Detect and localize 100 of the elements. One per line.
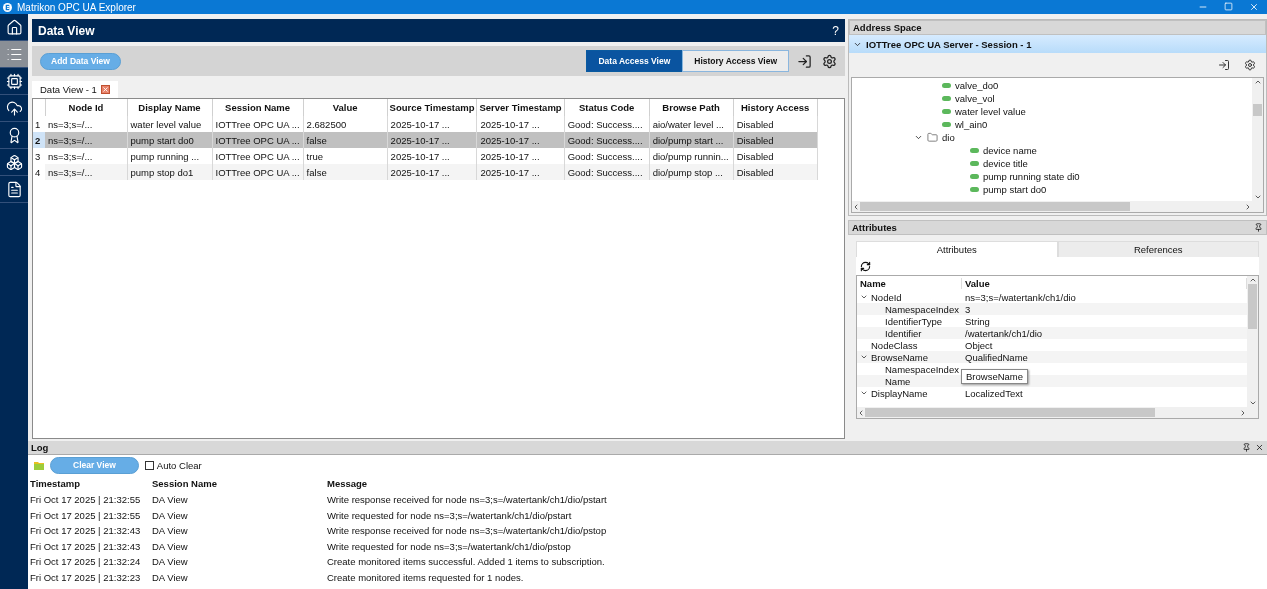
table-cell: Good: Success.... bbox=[564, 132, 650, 148]
row-number: 3 bbox=[33, 148, 45, 164]
column-header[interactable]: Name bbox=[857, 278, 962, 289]
log-session: DA View bbox=[151, 539, 189, 554]
table-cell: IOTTree OPC UA ... bbox=[212, 132, 304, 148]
tab[interactable]: References bbox=[1057, 241, 1259, 257]
chip-icon bbox=[5, 72, 23, 90]
table-cell: Disabled bbox=[733, 148, 818, 164]
scrollbar[interactable] bbox=[1247, 276, 1258, 407]
table-cell: pump running ... bbox=[127, 148, 212, 164]
tree-item[interactable]: dio bbox=[852, 131, 1252, 144]
expand-icon[interactable] bbox=[914, 133, 923, 142]
import-icon[interactable] bbox=[1218, 59, 1230, 71]
table-cell: Disabled bbox=[733, 116, 818, 132]
table-cell: IOTTree OPC UA ... bbox=[212, 116, 304, 132]
table-cell: ns=3;s=/... bbox=[45, 148, 127, 164]
attribute-value: String bbox=[964, 315, 991, 327]
table-cell: Good: Success.... bbox=[564, 116, 650, 132]
scroll-right-icon[interactable] bbox=[1244, 202, 1252, 211]
folder-icon bbox=[927, 132, 938, 143]
log-timestamp: Fri Oct 17 2025 | 21:32:55 bbox=[29, 508, 142, 523]
scrollbar[interactable] bbox=[857, 407, 1247, 418]
log-message: Write response received for node ns=3;s=/watertank/ch1/dio/pstop bbox=[326, 524, 608, 539]
settings-icon[interactable] bbox=[822, 53, 837, 69]
view-tab[interactable]: History Access View bbox=[682, 50, 789, 72]
table-cell: dio/pump stop ... bbox=[649, 164, 734, 180]
attribute-name: Name bbox=[885, 375, 911, 387]
scroll-left-icon[interactable] bbox=[857, 408, 865, 417]
column-header[interactable]: Timestamp bbox=[28, 475, 150, 492]
scrollbar[interactable] bbox=[852, 201, 1252, 212]
close-icon[interactable] bbox=[1249, 2, 1259, 12]
tree-item[interactable]: pump start do0 bbox=[852, 183, 1252, 196]
help-button[interactable]: ? bbox=[832, 23, 839, 38]
close-icon[interactable] bbox=[1255, 443, 1264, 452]
table-cell: 2025-10-17 ... bbox=[476, 116, 565, 132]
tree-item[interactable]: pump running state di0 bbox=[852, 170, 1252, 183]
refresh-icon[interactable] bbox=[860, 260, 871, 272]
column-header[interactable]: Session Name bbox=[150, 475, 325, 492]
log-message: Write response received for node ns=3;s=/watertank/ch1/dio/pstart bbox=[326, 493, 608, 508]
log-session: DA View bbox=[151, 508, 189, 523]
scroll-left-icon[interactable] bbox=[852, 202, 860, 211]
table-cell: 2025-10-17 ... bbox=[387, 132, 477, 148]
tree-item[interactable]: valve_do0 bbox=[852, 79, 1252, 92]
log-message: Write requested for node ns=3;s=/watertank/ch1/dio/pstop bbox=[326, 539, 572, 554]
scrollbar[interactable] bbox=[1252, 78, 1263, 201]
tree-item[interactable]: wl_ain0 bbox=[852, 118, 1252, 131]
log-session: DA View bbox=[151, 555, 189, 570]
cubes-icon bbox=[5, 153, 23, 171]
table-cell: 2025-10-17 ... bbox=[476, 148, 565, 164]
tab[interactable]: Attributes bbox=[856, 241, 1058, 257]
expand-icon[interactable] bbox=[860, 353, 868, 361]
scrollbar-thumb[interactable] bbox=[865, 408, 1155, 417]
table-cell: false bbox=[303, 164, 388, 180]
row-number: 2 bbox=[33, 132, 45, 148]
table-cell: true bbox=[303, 148, 388, 164]
import-icon[interactable] bbox=[797, 53, 812, 69]
table-cell: aio/water level ... bbox=[649, 116, 734, 132]
table-cell: Disabled bbox=[733, 132, 818, 148]
tree-item[interactable]: water level value bbox=[852, 105, 1252, 118]
tooltip: BrowseName bbox=[961, 369, 1029, 384]
scroll-up-icon[interactable] bbox=[1253, 78, 1262, 86]
window-title: Matrikon OPC UA Explorer bbox=[17, 1, 136, 13]
log-timestamp: Fri Oct 17 2025 | 21:32:24 bbox=[29, 555, 142, 570]
scroll-down-icon[interactable] bbox=[1248, 399, 1257, 407]
table-cell: IOTTree OPC UA ... bbox=[212, 164, 304, 180]
auto-clear-checkbox[interactable]: Auto Clear bbox=[144, 459, 202, 471]
scroll-up-icon[interactable] bbox=[1248, 276, 1257, 284]
table-cell: 2025-10-17 ... bbox=[476, 132, 565, 148]
session-node[interactable]: IOTTree OPC UA Server - Session - 1 bbox=[849, 35, 1266, 53]
table-cell: water level value bbox=[127, 116, 212, 132]
view-tab[interactable]: Data Access View bbox=[586, 50, 683, 72]
maximize-icon[interactable] bbox=[1224, 2, 1233, 11]
log-session: DA View bbox=[151, 493, 189, 508]
table-cell: 2025-10-17 ... bbox=[476, 164, 565, 180]
table-cell: ns=3;s=/... bbox=[45, 164, 127, 180]
settings-icon[interactable] bbox=[1244, 59, 1256, 71]
expand-icon[interactable] bbox=[860, 389, 868, 397]
scrollbar-thumb[interactable] bbox=[860, 202, 1130, 211]
document-tab[interactable]: Data View - 1 bbox=[32, 81, 118, 98]
attribute-name: IdentifierType bbox=[885, 315, 943, 327]
attribute-name: NamespaceIndex bbox=[885, 303, 959, 315]
tree-item[interactable]: device title bbox=[852, 157, 1252, 170]
table-cell: pump stop do1 bbox=[127, 164, 212, 180]
tree-item[interactable]: device name bbox=[852, 144, 1252, 157]
scroll-right-icon[interactable] bbox=[1239, 408, 1247, 417]
scrollbar-thumb[interactable] bbox=[1248, 284, 1257, 329]
scrollbar-thumb[interactable] bbox=[1253, 103, 1262, 116]
scroll-down-icon[interactable] bbox=[1253, 193, 1262, 201]
table-cell: Good: Success.... bbox=[564, 148, 650, 164]
pin-icon[interactable] bbox=[1254, 223, 1263, 232]
column-header[interactable]: Message bbox=[325, 475, 1267, 492]
log-session: DA View bbox=[151, 570, 189, 585]
tree-item[interactable]: valve_vol bbox=[852, 92, 1252, 105]
panel-title: Log bbox=[31, 442, 49, 453]
sidebar-item[interactable] bbox=[0, 41, 28, 68]
pin-icon[interactable] bbox=[1242, 443, 1251, 452]
attribute-name: DisplayName bbox=[871, 387, 928, 399]
close-icon[interactable] bbox=[100, 85, 110, 94]
expand-icon[interactable] bbox=[860, 293, 868, 301]
attribute-name: NamespaceIndex bbox=[885, 363, 959, 375]
